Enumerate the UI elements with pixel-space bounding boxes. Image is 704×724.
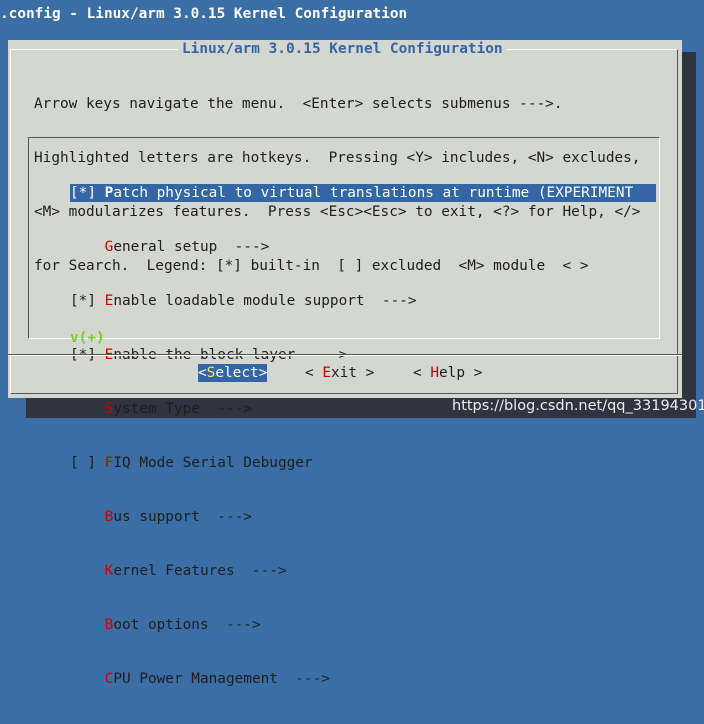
menu-item-label: atch physical to virtual translations at… — [113, 185, 634, 201]
menu-item-bus-support[interactable]: Bus support ---> — [70, 508, 656, 526]
button-bracket: > — [465, 365, 483, 381]
menu-item-label: ystem Type ---> — [113, 401, 252, 417]
button-hotkey: E — [322, 365, 331, 381]
watermark-text: https://blog.csdn.net/qq_33194301 — [452, 398, 704, 414]
menu-item-label: ernel Features ---> — [113, 563, 287, 579]
button-row: <Select> < Exit > < Help > — [8, 364, 682, 384]
menu-item-kernel-features[interactable]: Kernel Features ---> — [70, 562, 656, 580]
menu-item-patch-phys-virt[interactable]: [*] Patch physical to virtual translatio… — [70, 184, 656, 202]
config-dialog: Linux/arm 3.0.15 Kernel Configuration Ar… — [8, 40, 682, 687]
help-button[interactable]: < Help > — [413, 364, 482, 382]
menu-item-label: oot options ---> — [113, 617, 261, 633]
menu-item-label: IQ Mode Serial Debugger — [113, 455, 313, 471]
button-bracket: < — [413, 365, 431, 381]
window-title: .config - Linux/arm 3.0.15 Kernel Config… — [0, 6, 408, 22]
menu-item-state — [70, 563, 105, 579]
menu-item-label: PU Power Management ---> — [113, 671, 330, 687]
menu-item-hotkey: C — [104, 671, 114, 687]
button-bracket: > — [357, 365, 375, 381]
menu-item-hotkey: K — [104, 563, 114, 579]
button-hotkey: H — [430, 365, 439, 381]
menu-item-state: [*] — [70, 293, 105, 309]
button-label: elp — [439, 365, 465, 381]
button-bracket: > — [258, 365, 268, 381]
menu-item-label: us support ---> — [113, 509, 252, 525]
button-bracket: < — [198, 365, 207, 381]
menu-item-state — [70, 509, 105, 525]
menu-item-state — [70, 617, 105, 633]
help-line: Arrow keys navigate the menu. <Enter> se… — [34, 96, 563, 112]
menu-item-hotkey: F — [104, 455, 114, 471]
menu-item-fiq-debugger[interactable]: [ ] FIQ Mode Serial Debugger — [70, 454, 656, 472]
menu-item-hotkey: B — [104, 509, 114, 525]
menu-list: [*] Patch physical to virtual translatio… — [70, 148, 656, 724]
menu-item-label: nable loadable module support ---> — [113, 293, 417, 309]
dialog-title: Linux/arm 3.0.15 Kernel Configuration — [178, 40, 507, 58]
scroll-more-indicator: v(+) — [70, 330, 105, 346]
menu-item-state — [70, 239, 105, 255]
menu-item-state — [70, 671, 105, 687]
select-button[interactable]: <Select> — [198, 364, 268, 382]
exit-button[interactable]: < Exit > — [305, 364, 374, 382]
button-label: elect — [215, 365, 259, 381]
button-bracket: < — [305, 365, 323, 381]
button-separator-highlight — [8, 355, 682, 356]
menu-item-state: [*] — [70, 185, 105, 201]
menu-item-cpu-power[interactable]: CPU Power Management ---> — [70, 670, 656, 688]
menu-item-general-setup[interactable]: General setup ---> — [70, 238, 656, 256]
menu-item-state: [ ] — [70, 455, 105, 471]
menu-item-loadable-module[interactable]: [*] Enable loadable module support ---> — [70, 292, 656, 310]
menu-item-boot-options[interactable]: Boot options ---> — [70, 616, 656, 634]
menu-item-state — [70, 401, 105, 417]
menu-item-label: eneral setup ---> — [113, 239, 270, 255]
menu-item-hotkey: B — [104, 617, 114, 633]
button-label: xit — [331, 365, 357, 381]
